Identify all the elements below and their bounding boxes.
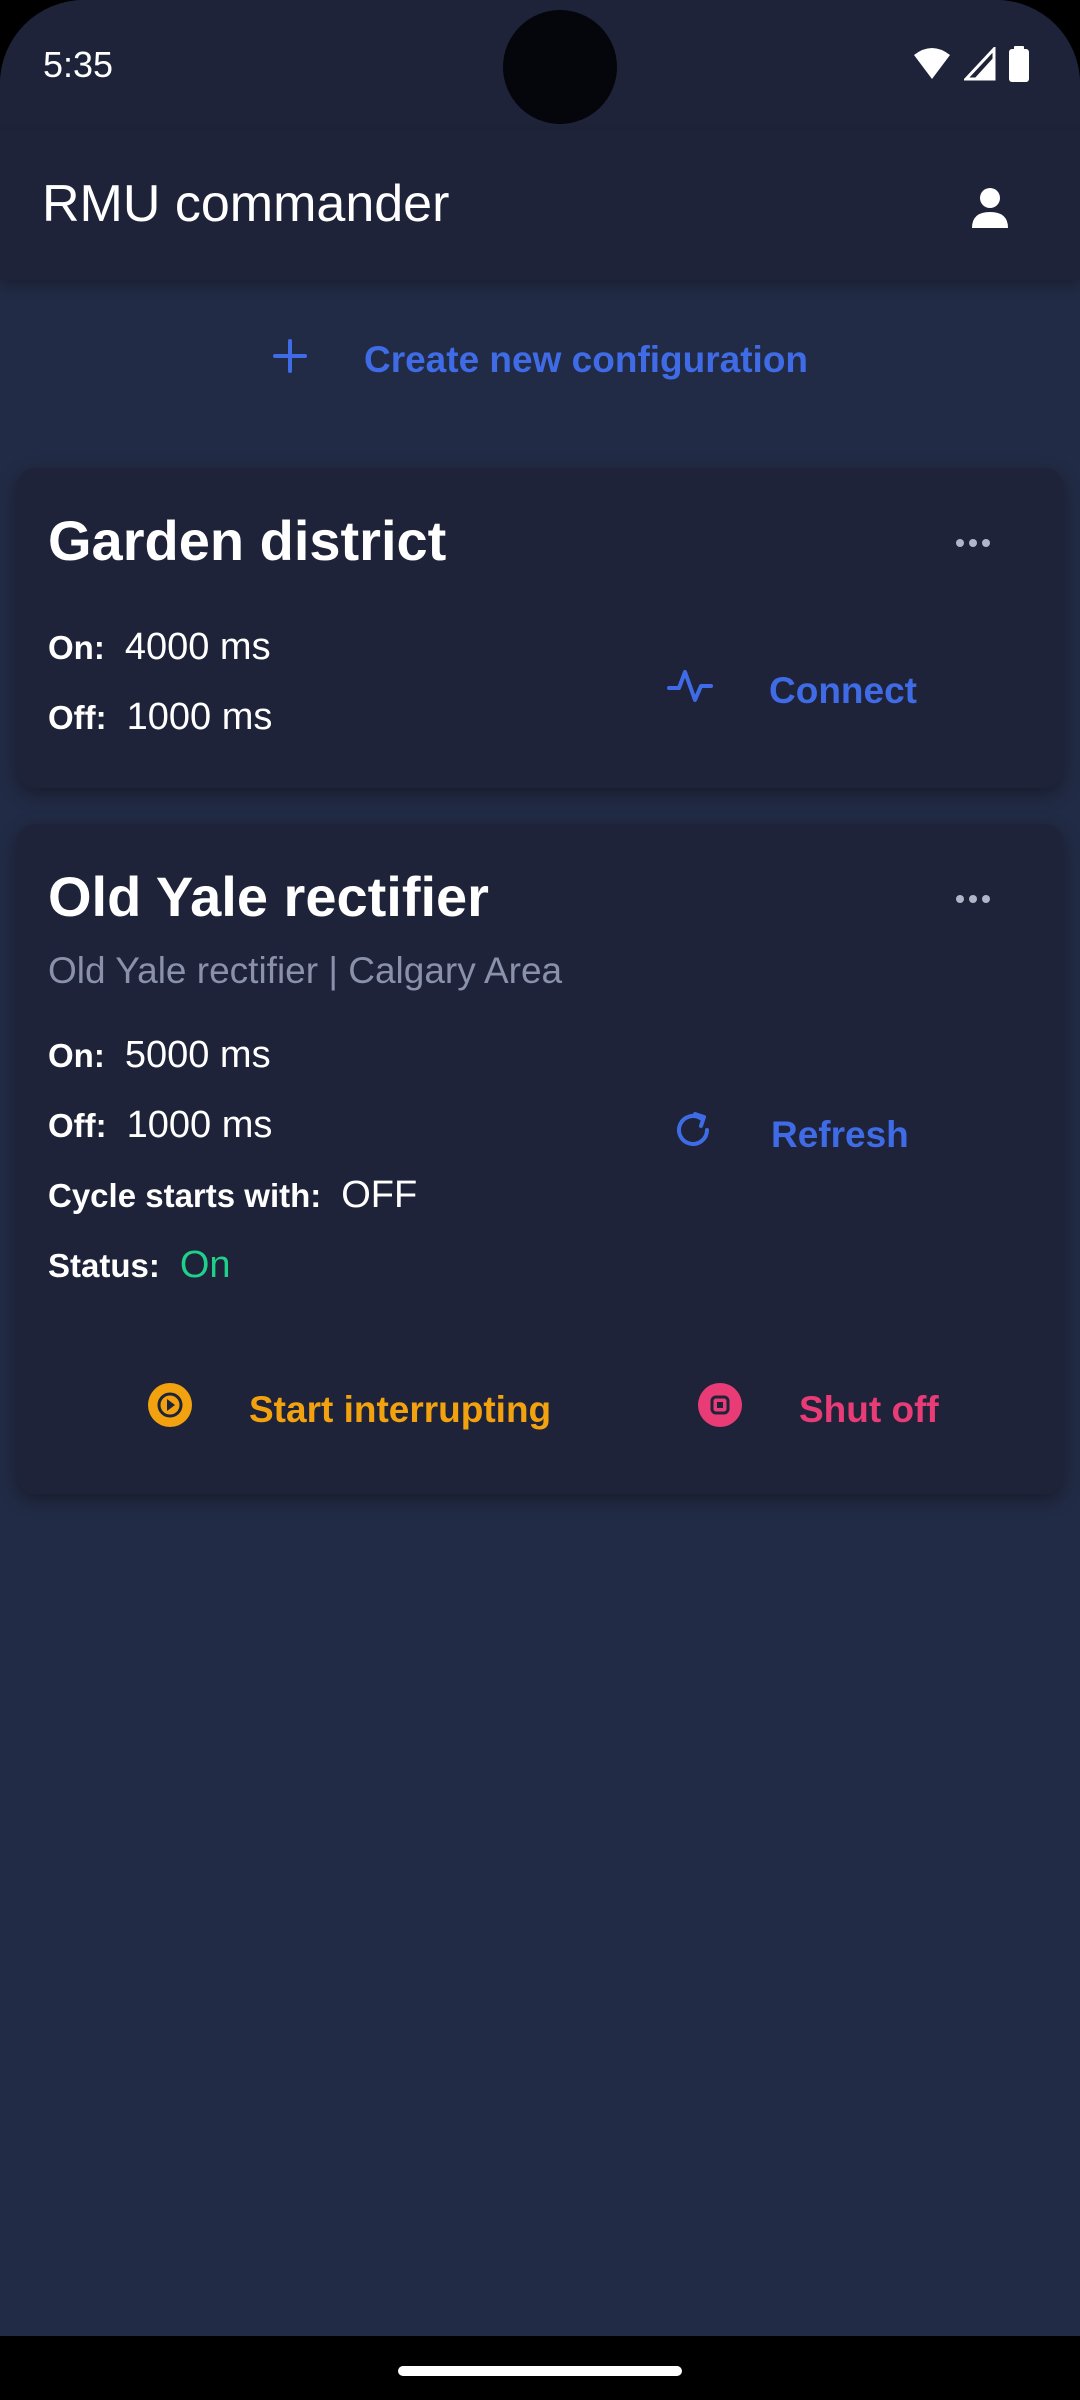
field-on: On: 4000 ms [48,626,271,669]
create-configuration-label: Create new configuration [363,339,809,380]
app-bar: RMU commander [0,130,1080,280]
create-row: Create new configuration [0,320,1080,400]
shut-off-label: Shut off [799,1388,939,1430]
profile-button[interactable] [950,170,1030,250]
home-indicator[interactable] [398,2366,682,2376]
refresh-icon [671,1108,715,1161]
field-off: Off: 1000 ms [48,696,272,739]
status-icons [912,45,1030,87]
status-value: On [179,1244,231,1286]
configuration-card: Old Yale rectifier Old Yale rectifier | … [17,824,1063,1494]
start-interrupting-button[interactable]: Start interrupting [147,1382,551,1437]
more-horizontal-icon [955,535,991,553]
connect-label: Connect [769,669,917,711]
field-label: On: [48,629,105,666]
stop-circle-icon [697,1382,743,1437]
status-time: 5:35 [43,44,114,85]
card-title: Old Yale rectifier [48,865,489,928]
shut-off-button[interactable]: Shut off [697,1382,939,1437]
field-value: OFF [341,1174,418,1216]
field-label: Cycle starts with: [48,1177,322,1214]
wifi-icon [912,47,952,86]
card-subtitle: Old Yale rectifier | Calgary Area [48,950,563,991]
connect-button[interactable]: Connect [667,666,917,715]
configuration-card: Garden district On: 4000 ms Off: 1000 ms [17,468,1063,788]
field-value: 1000 ms [126,696,273,738]
more-options-button[interactable] [943,524,1003,564]
refresh-label: Refresh [771,1113,909,1155]
activity-icon [667,666,713,715]
plus-icon [272,338,308,383]
app-screen: 5:35 RMU commander Create new configurat… [0,0,1080,2400]
create-configuration-button[interactable]: Create new configuration [272,338,808,383]
field-label: On: [48,1037,105,1074]
card-title: Garden district [48,509,447,572]
field-label: Off: [48,699,107,736]
person-icon [970,186,1010,235]
battery-icon [1008,46,1030,87]
camera-cutout [503,10,617,124]
more-options-button[interactable] [943,880,1003,920]
field-value: 4000 ms [124,626,271,668]
start-interrupting-label: Start interrupting [249,1388,552,1430]
more-horizontal-icon [955,891,991,909]
field-label: Status: [48,1247,160,1284]
play-circle-icon [147,1382,193,1437]
refresh-button[interactable]: Refresh [671,1108,909,1161]
app-title: RMU commander [42,175,450,233]
cell-signal-icon [962,45,996,86]
field-label: Off: [48,1107,107,1144]
status-bar: 5:35 [0,0,1080,130]
field-on: On: 5000 ms [48,1034,271,1077]
field-off: Off: 1000 ms [48,1104,272,1147]
field-value: 5000 ms [124,1034,271,1076]
field-value: 1000 ms [126,1104,273,1146]
field-status: Status: On [48,1244,231,1287]
field-cycle-start: Cycle starts with: OFF [48,1174,417,1217]
